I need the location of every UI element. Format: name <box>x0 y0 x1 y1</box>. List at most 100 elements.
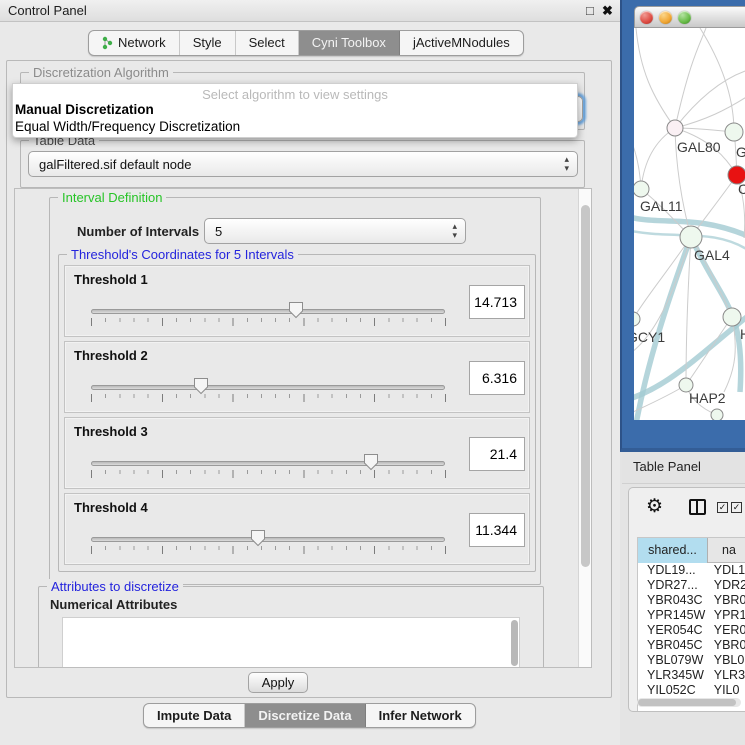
gear-icon[interactable]: ⚙ <box>646 496 663 518</box>
tab-style[interactable]: Style <box>180 31 236 55</box>
list-item[interactable] <box>63 618 519 635</box>
checkbox-icon[interactable]: ✓ <box>731 502 742 513</box>
table-cell[interactable]: YDL19... <box>638 563 709 578</box>
numerical-attributes-label: Numerical Attributes <box>50 597 177 612</box>
table-cell[interactable]: YDR2 <box>709 578 745 593</box>
table-cell[interactable]: YLR3 <box>709 668 745 683</box>
table-cell[interactable]: YBR0 <box>709 593 745 608</box>
list-scrollbar[interactable] <box>511 620 518 666</box>
network-edge[interactable] <box>686 317 732 385</box>
threshold-slider[interactable] <box>91 380 446 414</box>
group-title: Threshold's Coordinates for 5 Intervals <box>67 247 298 262</box>
checkbox-icon[interactable]: ✓ <box>717 502 728 513</box>
slider-thumb[interactable] <box>250 529 266 547</box>
table-cell[interactable]: YIL0 <box>709 683 745 698</box>
tab-infer-network[interactable]: Infer Network <box>366 704 475 727</box>
network-edge[interactable] <box>634 237 691 319</box>
list-item[interactable] <box>63 635 519 652</box>
network-node-label: HAP2 <box>689 390 726 406</box>
table-cell[interactable]: YER0 <box>709 623 745 638</box>
table-cell[interactable]: YLR345W <box>638 668 709 683</box>
table-data-combobox[interactable]: galFiltered.sif default node ▴▾ <box>28 151 578 177</box>
dropdown-item-manual-discretization[interactable]: Manual Discretization <box>13 101 577 118</box>
slider-thumb[interactable] <box>363 453 379 471</box>
table-row[interactable]: YPR145W YPR1 <box>638 608 745 623</box>
column-header-name[interactable]: na <box>708 538 745 563</box>
scrollbar-thumb[interactable] <box>638 699 736 706</box>
tab-discretize-data[interactable]: Discretize Data <box>245 704 365 727</box>
network-edge[interactable] <box>634 120 641 189</box>
slider-thumb[interactable] <box>193 377 209 395</box>
threshold-value-field[interactable]: 6.316 <box>469 361 525 395</box>
network-edge[interactable] <box>675 70 745 128</box>
network-node[interactable] <box>634 312 640 326</box>
network-node[interactable] <box>667 120 683 136</box>
mac-minimize-icon[interactable] <box>659 11 672 24</box>
threshold-value-field[interactable]: 14.713 <box>469 285 525 319</box>
tab-select[interactable]: Select <box>236 31 299 55</box>
table-cell[interactable]: YBR0 <box>709 638 745 653</box>
apply-button[interactable]: Apply <box>248 672 308 693</box>
close-icon[interactable]: ✖ <box>602 3 613 19</box>
tab-jactivemnodules[interactable]: jActiveMNodules <box>400 31 523 55</box>
slider-track[interactable] <box>91 537 445 542</box>
threshold-group: Threshold 3 21.4 <box>64 417 530 489</box>
list-item[interactable] <box>63 652 519 668</box>
table-cell[interactable]: YDL1 <box>709 563 745 578</box>
slider-track[interactable] <box>91 309 445 314</box>
table-row[interactable]: YBR045C YBR0 <box>638 638 745 653</box>
mac-zoom-icon[interactable] <box>678 11 691 24</box>
settings-scrollpane: Interval Definition Number of Intervals … <box>14 188 592 668</box>
slider-thumb[interactable] <box>288 301 304 319</box>
threshold-slider[interactable] <box>91 456 446 490</box>
table-horizontal-scrollbar[interactable] <box>637 698 741 707</box>
split-panel-icon[interactable] <box>689 499 706 515</box>
threshold-value-field[interactable]: 21.4 <box>469 437 525 471</box>
network-node[interactable] <box>711 409 723 420</box>
slider-scale <box>91 327 446 338</box>
threshold-slider[interactable] <box>91 304 446 338</box>
threshold-value-field[interactable]: 11.344 <box>469 513 525 547</box>
network-canvas[interactable]: GAL80GACGAL11GAL4GCY1HHAP2 <box>634 28 745 420</box>
tab-impute-data[interactable]: Impute Data <box>144 704 245 727</box>
dropdown-item-equal-width-frequency[interactable]: Equal Width/Frequency Discretization <box>13 118 577 135</box>
network-node[interactable] <box>723 308 741 326</box>
table-row[interactable]: YBL079W YBL0 <box>638 653 745 668</box>
tab-cyni-toolbox[interactable]: Cyni Toolbox <box>299 31 400 55</box>
table-cell[interactable]: YBR045C <box>638 638 709 653</box>
network-edge[interactable] <box>675 28 706 128</box>
slider-track[interactable] <box>91 385 445 390</box>
table-row[interactable]: YIL052C YIL0 <box>638 683 745 698</box>
slider-track[interactable] <box>91 461 445 466</box>
table-cell[interactable]: YER054C <box>638 623 709 638</box>
table-row[interactable]: YDR27... YDR2 <box>638 578 745 593</box>
table-cell[interactable]: YPR145W <box>638 608 709 623</box>
table-cell[interactable]: YDR27... <box>638 578 709 593</box>
table-cell[interactable]: YPR1 <box>709 608 745 623</box>
scrollbar-thumb[interactable] <box>581 205 590 567</box>
network-edge[interactable] <box>641 128 675 189</box>
network-edge[interactable] <box>700 28 734 132</box>
slider-scale <box>91 479 446 490</box>
threshold-slider[interactable] <box>91 532 446 566</box>
mac-close-icon[interactable] <box>640 11 653 24</box>
table-row[interactable]: YLR345W YLR3 <box>638 668 745 683</box>
network-node[interactable] <box>725 123 743 141</box>
network-edge[interactable] <box>636 28 675 128</box>
network-node[interactable] <box>680 226 702 248</box>
tab-label: Style <box>193 31 222 55</box>
table-row[interactable]: YDL19... YDL1 <box>638 563 745 578</box>
table-cell[interactable]: YBR043C <box>638 593 709 608</box>
table-cell[interactable]: YBL079W <box>638 653 709 668</box>
number-of-intervals-combobox[interactable]: 5 ▴▾ <box>204 218 466 244</box>
table-row[interactable]: YBR043C YBR0 <box>638 593 745 608</box>
float-window-icon[interactable]: □ <box>586 3 594 18</box>
tab-network[interactable]: Network <box>89 31 180 55</box>
control-panel-titlebar <box>0 0 620 22</box>
column-header-shared-name[interactable]: shared... <box>638 538 708 563</box>
network-node[interactable] <box>634 181 649 197</box>
table-cell[interactable]: YIL052C <box>638 683 709 698</box>
settings-scrollbar[interactable] <box>578 189 591 667</box>
table-cell[interactable]: YBL0 <box>709 653 745 668</box>
table-row[interactable]: YER054C YER0 <box>638 623 745 638</box>
